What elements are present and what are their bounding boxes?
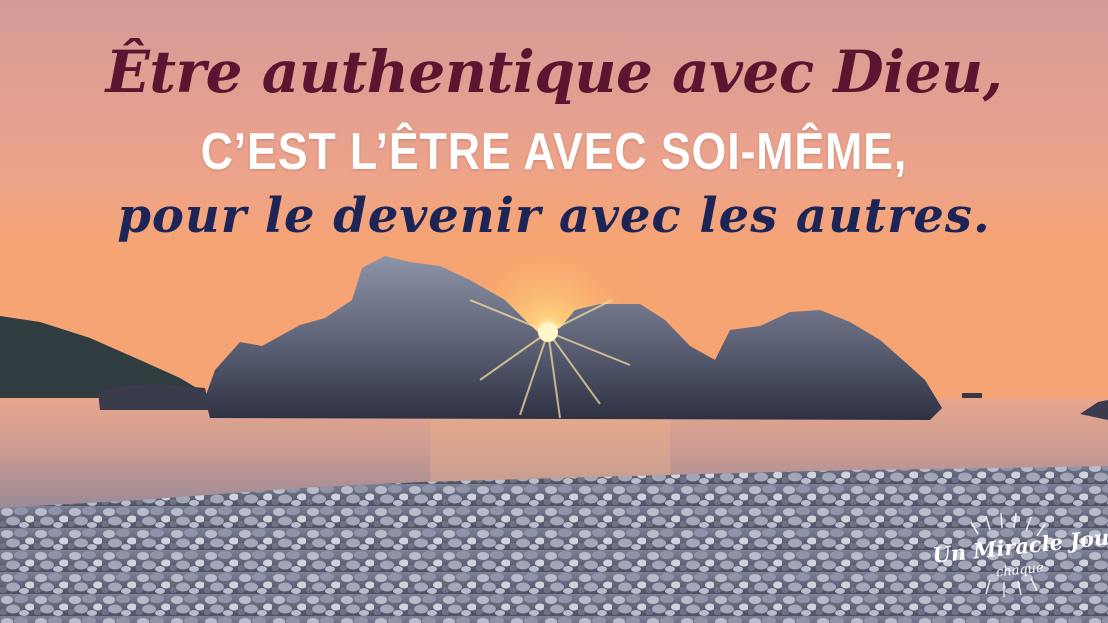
quote-image: Être authentique avec Dieu, C’EST L’ÊTRE… — [0, 0, 1108, 623]
sun — [538, 322, 558, 342]
quote-line-1: Être authentique avec Dieu, — [105, 38, 1003, 106]
logo-title: Un Miracle Jour — [931, 523, 1108, 568]
logo-subtitle: chaque — [995, 560, 1045, 581]
flat-rock — [98, 384, 210, 410]
quote-line-3: pour le devenir avec les autres. — [117, 188, 991, 244]
brand-logo: Un Miracle Jour chaque — [918, 505, 1108, 595]
distant-boat — [962, 393, 982, 398]
quote-line-2: C’EST L’ÊTRE AVEC SOI-MÊME, — [200, 123, 908, 181]
